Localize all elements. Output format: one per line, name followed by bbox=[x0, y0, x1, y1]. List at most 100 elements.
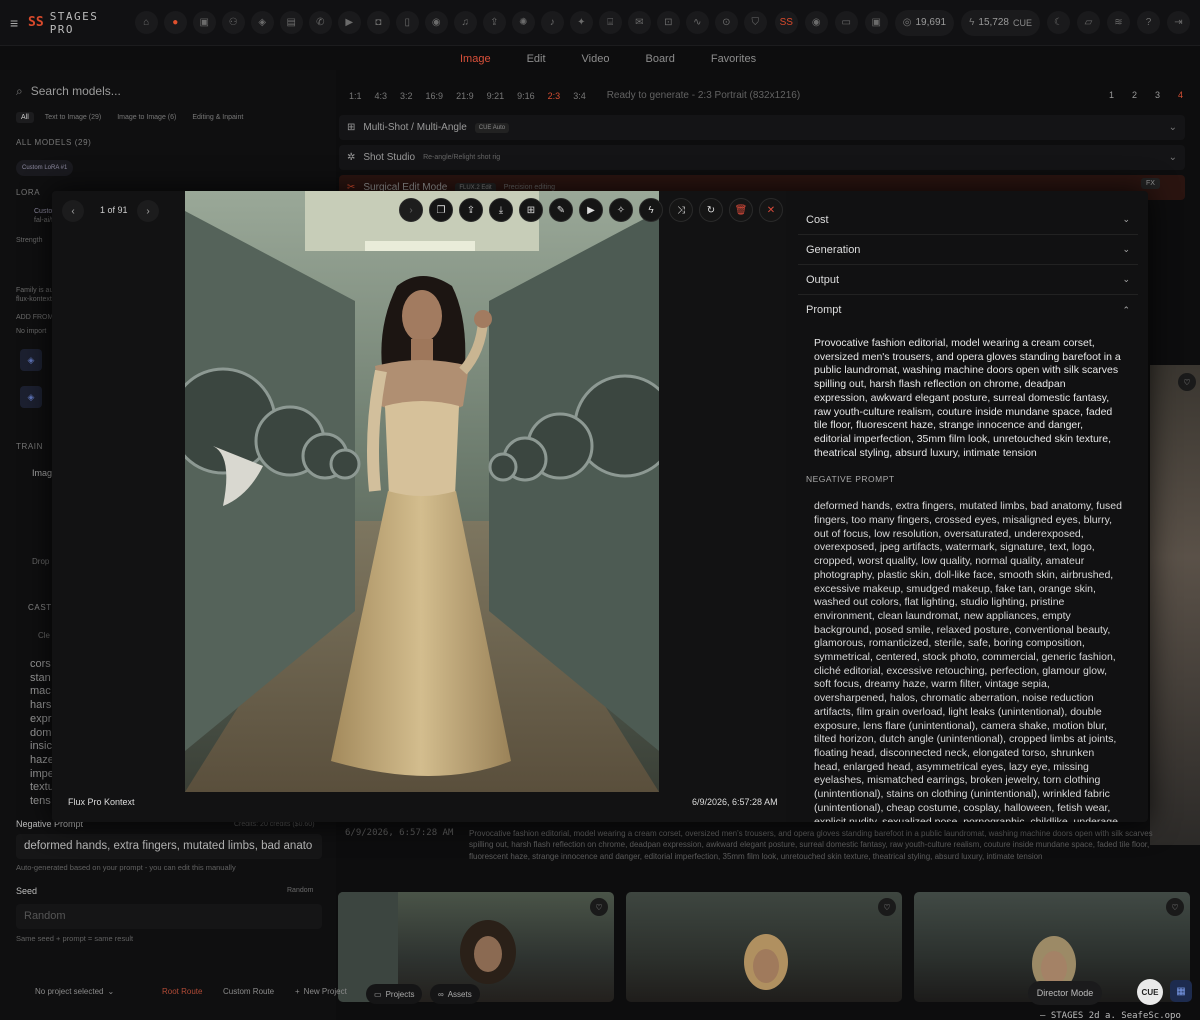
page-number[interactable]: 4 bbox=[1178, 90, 1183, 100]
camera-icon[interactable]: ◘ bbox=[366, 11, 390, 34]
all-models-label[interactable]: ALL MODELS (29) bbox=[16, 138, 91, 147]
ratio-option[interactable]: 3:2 bbox=[400, 91, 413, 101]
ratio-option[interactable]: 9:21 bbox=[487, 91, 505, 101]
phone-icon[interactable]: ▯ bbox=[395, 11, 419, 34]
share-icon[interactable]: ⇪ bbox=[482, 11, 506, 34]
ratio-option[interactable]: 3:4 bbox=[573, 91, 586, 101]
panel-icon[interactable]: ▦ bbox=[1170, 980, 1192, 1002]
drop-label[interactable]: Drop bbox=[32, 557, 49, 566]
accordion-generation[interactable]: Generation ⌄ bbox=[798, 235, 1138, 265]
copy-icon[interactable]: ❐ bbox=[429, 198, 453, 222]
expand-icon[interactable]: ⊞ bbox=[519, 198, 543, 222]
home-icon[interactable]: ⌂ bbox=[134, 11, 158, 34]
users-icon[interactable]: ⚇ bbox=[221, 11, 245, 34]
ratio-option[interactable]: 4:3 bbox=[375, 91, 388, 101]
filter-image-to-image[interactable]: Image to Image (6) bbox=[112, 112, 181, 123]
ratio-option[interactable]: 9:16 bbox=[517, 91, 535, 101]
heart-icon[interactable]: ♡ bbox=[590, 898, 608, 916]
tab-board[interactable]: Board bbox=[631, 50, 688, 68]
cue-pill[interactable]: ϟ 15,728 CUE bbox=[961, 9, 1040, 36]
director-mode-button[interactable]: Director Mode bbox=[1028, 981, 1102, 1005]
chat-icon[interactable]: ✆ bbox=[308, 11, 332, 34]
logo[interactable]: SS STAGES PRO bbox=[28, 10, 121, 36]
ratio-option[interactable]: 16:9 bbox=[426, 91, 444, 101]
heart-icon[interactable]: ♡ bbox=[1166, 898, 1184, 916]
new-project-button[interactable]: + New Project bbox=[295, 987, 347, 996]
chevron-right-icon[interactable]: › bbox=[399, 198, 423, 222]
filter-editing[interactable]: Editing & Inpaint bbox=[187, 112, 248, 123]
wand-icon[interactable]: ✎ bbox=[549, 198, 573, 222]
music-icon[interactable]: ♫ bbox=[453, 11, 477, 34]
film-icon[interactable]: ▤ bbox=[279, 11, 303, 34]
mic-icon[interactable]: ♪ bbox=[540, 11, 564, 34]
gallery-side-image[interactable]: ♡ bbox=[1150, 365, 1200, 845]
chevron-left-icon[interactable]: ‹ bbox=[62, 200, 84, 222]
tab-edit[interactable]: Edit bbox=[513, 50, 560, 68]
box-icon[interactable]: ▣ bbox=[192, 11, 216, 34]
fx-badge[interactable]: FX bbox=[1141, 178, 1160, 189]
root-route-link[interactable]: Root Route bbox=[162, 987, 202, 996]
chevron-right-icon[interactable]: › bbox=[137, 200, 159, 222]
layers-icon[interactable]: ◈ bbox=[250, 11, 274, 34]
page-number[interactable]: 2 bbox=[1132, 90, 1137, 100]
clear-button[interactable]: Cle bbox=[38, 631, 50, 640]
menu-icon[interactable]: ≡ bbox=[10, 15, 28, 31]
tab-image[interactable]: Image bbox=[446, 50, 505, 68]
accordion-prompt[interactable]: Prompt ⌃ bbox=[798, 295, 1138, 325]
folder-icon[interactable]: ▭ bbox=[834, 11, 858, 34]
tab-favorites[interactable]: Favorites bbox=[697, 50, 770, 68]
logout-icon[interactable]: ⇥ bbox=[1167, 11, 1190, 34]
multishot-row[interactable]: ⊞ Multi-Shot / Multi-Angle CUE Auto ⌄ bbox=[339, 115, 1185, 140]
assets-button[interactable]: ∞ Assets bbox=[430, 984, 480, 1004]
generated-image[interactable] bbox=[185, 191, 659, 792]
layers-icon[interactable]: ◈ bbox=[20, 386, 42, 408]
wifi-icon[interactable]: ≋ bbox=[1107, 11, 1130, 34]
chevron-down-icon[interactable]: ⌄ bbox=[1169, 152, 1177, 163]
projects-button[interactable]: ▭ Projects bbox=[366, 984, 423, 1004]
bolt-icon[interactable]: ϟ bbox=[639, 198, 663, 222]
page-number[interactable]: 3 bbox=[1155, 90, 1160, 100]
layers-icon[interactable]: ◈ bbox=[20, 349, 42, 371]
chevron-down-icon[interactable]: ⌄ bbox=[1169, 122, 1177, 133]
seed-input[interactable]: Random bbox=[16, 904, 322, 929]
eye-icon[interactable]: ◉ bbox=[424, 11, 448, 34]
brain-icon[interactable]: ✺ bbox=[511, 11, 535, 34]
filter-all[interactable]: All bbox=[16, 112, 34, 123]
account-icon[interactable]: ◉ bbox=[804, 11, 828, 34]
image-item[interactable]: Imag bbox=[32, 468, 52, 478]
video-icon[interactable]: ▶ bbox=[579, 198, 603, 222]
accordion-output[interactable]: Output ⌄ bbox=[798, 265, 1138, 295]
trash-icon[interactable]: 🗑 bbox=[729, 198, 753, 222]
moon-icon[interactable]: ☾ bbox=[1047, 11, 1070, 34]
ratio-option[interactable]: 21:9 bbox=[456, 91, 474, 101]
ratio-option[interactable]: 2:3 bbox=[548, 91, 561, 101]
refresh-icon[interactable]: ↻ bbox=[699, 198, 723, 222]
gallery-icon[interactable]: ▣ bbox=[864, 11, 888, 34]
credits-pill[interactable]: ◎ 19,691 bbox=[894, 9, 955, 36]
help-icon[interactable]: ? bbox=[1137, 11, 1160, 34]
close-icon[interactable]: ✕ bbox=[759, 198, 783, 222]
sparkle-icon[interactable]: ✧ bbox=[609, 198, 633, 222]
negative-prompt-field[interactable]: deformed hands, extra fingers, mutated l… bbox=[16, 834, 322, 859]
logo-small-icon[interactable]: SS bbox=[774, 11, 798, 34]
scan-icon[interactable]: ⊡ bbox=[656, 11, 680, 34]
heart-icon[interactable]: ♡ bbox=[878, 898, 896, 916]
activity-icon[interactable]: ∿ bbox=[685, 11, 709, 34]
download-icon[interactable]: ⤓ bbox=[489, 198, 513, 222]
selected-model-chip[interactable]: Custom LoRA #1 bbox=[16, 160, 74, 176]
cue-button[interactable]: CUE bbox=[1137, 979, 1163, 1005]
video-icon[interactable]: ▶ bbox=[337, 11, 361, 34]
shield-icon[interactable]: ⛉ bbox=[743, 11, 767, 34]
seed-random-toggle[interactable]: Random bbox=[287, 887, 313, 894]
search-input[interactable]: Search models... bbox=[31, 84, 121, 98]
model-search[interactable]: ⌕ Search models... bbox=[16, 80, 324, 102]
project-selector[interactable]: No project selected ⌄ bbox=[35, 987, 114, 996]
accordion-cost[interactable]: Cost ⌄ bbox=[798, 205, 1138, 235]
circle-icon[interactable]: ● bbox=[163, 11, 187, 34]
share-icon[interactable]: ⇪ bbox=[459, 198, 483, 222]
pin-icon[interactable]: ⊙ bbox=[714, 11, 738, 34]
tab-video[interactable]: Video bbox=[568, 50, 624, 68]
custom-route-link[interactable]: Custom Route bbox=[223, 987, 274, 996]
folder-open-icon[interactable]: ▱ bbox=[1077, 11, 1100, 34]
ratio-option[interactable]: 1:1 bbox=[349, 91, 362, 101]
